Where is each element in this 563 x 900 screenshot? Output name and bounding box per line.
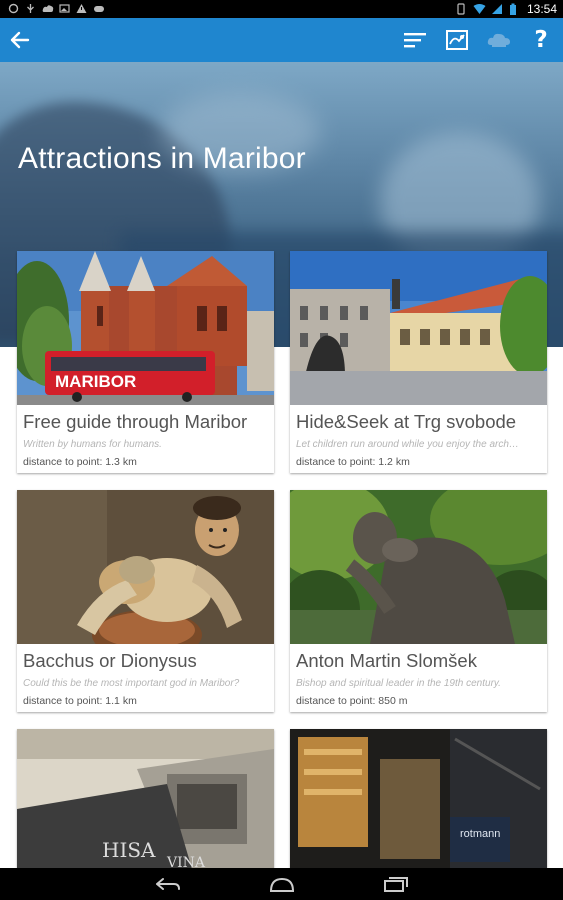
- sign-text: rotmann: [460, 828, 500, 840]
- recents-nav-icon: [384, 877, 408, 892]
- attraction-title: Free guide through Maribor: [23, 411, 248, 432]
- attraction-card-rotmann[interactable]: rotmann: [290, 729, 547, 869]
- map-icon: [446, 30, 468, 50]
- signal-icon: [491, 3, 503, 15]
- sign-text-2: VINA: [166, 855, 206, 869]
- attraction-distance: distance to point: 1.2 km: [296, 456, 410, 468]
- sync-button[interactable]: [482, 24, 516, 56]
- attraction-title: Bacchus or Dionysus: [23, 650, 197, 671]
- attraction-image: [17, 490, 274, 644]
- recents-nav-button[interactable]: [376, 871, 416, 897]
- attraction-card-free-guide[interactable]: MARIBOR Free guide through Maribor Writt…: [17, 251, 274, 473]
- back-nav-icon: [156, 878, 180, 890]
- battery-icon: [509, 3, 521, 15]
- home-nav-icon: [269, 877, 295, 892]
- cloud-icon: [42, 3, 54, 14]
- help-icon: ?: [534, 27, 548, 53]
- bus-text: MARIBOR: [55, 372, 136, 391]
- action-bar: ?: [0, 18, 563, 62]
- vibrate-icon: [455, 3, 467, 15]
- cloud-sync-icon: [487, 33, 510, 47]
- attraction-distance: distance to point: 850 m: [296, 695, 408, 707]
- attraction-image: [290, 251, 547, 405]
- warning-icon: [76, 3, 87, 14]
- attraction-distance: distance to point: 1.3 km: [23, 456, 137, 468]
- attraction-card-wine-house[interactable]: HISA VINA: [17, 729, 274, 869]
- status-clock: 13:54: [526, 2, 557, 16]
- notification-icon: [8, 3, 19, 14]
- attraction-subtitle: Let children run around while you enjoy …: [296, 439, 519, 450]
- map-button[interactable]: [440, 24, 474, 56]
- navigation-bar: [0, 868, 563, 900]
- attraction-subtitle: Could this be the most important god in …: [23, 678, 240, 689]
- attraction-image: MARIBOR: [17, 251, 274, 405]
- image-icon: [59, 3, 70, 14]
- game-icon: [93, 3, 104, 14]
- back-nav-button[interactable]: [148, 871, 188, 897]
- arrow-left-icon: [10, 31, 30, 49]
- attraction-image: HISA VINA: [17, 729, 274, 869]
- attraction-subtitle: Written by humans for humans.: [23, 439, 162, 450]
- sort-button[interactable]: [398, 24, 432, 56]
- screen: 13:54 ? Attractions in Maribor MARIBOR F…: [0, 0, 563, 900]
- page-title: Attractions in Maribor: [18, 142, 306, 175]
- attraction-distance: distance to point: 1.1 km: [23, 695, 137, 707]
- attraction-title: Anton Martin Slomšek: [296, 650, 477, 671]
- attraction-subtitle: Bishop and spiritual leader in the 19th …: [296, 678, 501, 689]
- attraction-title: Hide&Seek at Trg svobode: [296, 411, 517, 432]
- home-nav-button[interactable]: [262, 871, 302, 897]
- filter-sort-icon: [404, 33, 426, 48]
- help-button[interactable]: ?: [524, 24, 558, 56]
- sign-text: HISA: [102, 838, 156, 862]
- back-button[interactable]: [4, 24, 34, 56]
- status-bar: 13:54: [0, 0, 563, 18]
- usb-icon: [25, 3, 36, 14]
- wifi-icon: [473, 3, 486, 15]
- attraction-image: rotmann: [290, 729, 547, 869]
- attraction-image: [290, 490, 547, 644]
- attraction-card-slomsek[interactable]: Anton Martin Slomšek Bishop and spiritua…: [290, 490, 547, 712]
- attraction-card-hide-seek[interactable]: Hide&Seek at Trg svobode Let children ru…: [290, 251, 547, 473]
- attraction-card-bacchus[interactable]: Bacchus or Dionysus Could this be the mo…: [17, 490, 274, 712]
